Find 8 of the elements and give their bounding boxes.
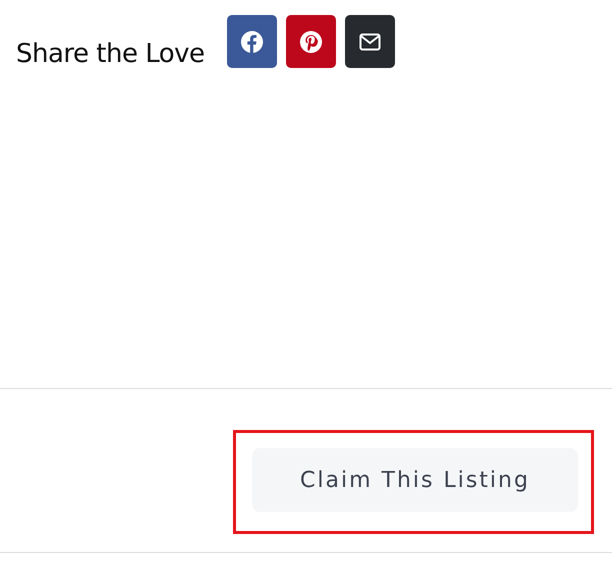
claim-listing-button[interactable]: Claim This Listing — [252, 448, 578, 512]
share-label: Share the Love — [16, 39, 205, 69]
facebook-logo-icon — [240, 30, 264, 54]
envelope-icon — [358, 32, 381, 50]
pinterest-logo-icon — [298, 30, 323, 54]
email-share-button[interactable] — [344, 15, 395, 68]
share-button[interactable] — [226, 15, 277, 68]
share-button[interactable] — [286, 15, 336, 68]
